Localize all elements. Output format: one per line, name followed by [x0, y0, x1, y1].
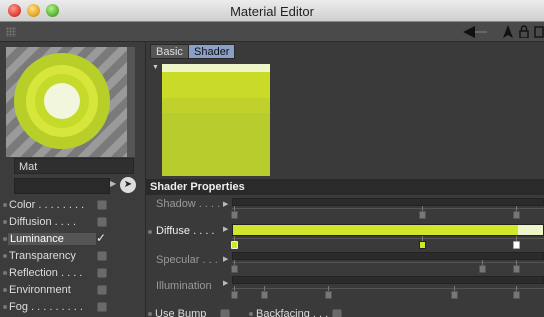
channel-label: Color . . . . . . . .	[9, 199, 85, 211]
channel-checkbox[interactable]	[97, 268, 107, 278]
pick-cursor-icon[interactable]: ➤	[120, 177, 136, 193]
gradient-knot[interactable]	[513, 291, 520, 299]
preview-sphere	[14, 53, 110, 149]
right-panel: Basic Shader ▼ Shader Properties Shadow …	[146, 42, 544, 317]
expand-arrow-icon[interactable]: ▶	[223, 200, 228, 208]
material-name-field[interactable]: Mat	[14, 158, 134, 174]
dot-icon	[148, 230, 152, 234]
channel-checkbox[interactable]	[97, 285, 107, 295]
illumination-gradient-track[interactable]	[232, 276, 544, 284]
channel-item-luminance[interactable]: Luminance ✓	[0, 231, 146, 248]
channel-label: Luminance	[8, 233, 96, 245]
gradient-knot[interactable]	[419, 241, 426, 249]
material-preview[interactable]	[6, 47, 127, 157]
tab-shader[interactable]: Shader	[188, 44, 236, 59]
channel-item-reflection[interactable]: Reflection . . . .	[0, 265, 146, 282]
expand-arrow-icon[interactable]: ▶	[223, 255, 228, 263]
channel-checkbox[interactable]	[97, 251, 107, 261]
selector-arrow-icon[interactable]: ▶	[110, 179, 118, 193]
gradient-knot[interactable]	[451, 291, 458, 299]
swatch-band	[162, 98, 270, 113]
window-title: Material Editor	[230, 4, 314, 19]
illumination-label: Illumination	[156, 280, 212, 292]
channel-label: Transparency	[9, 250, 76, 262]
channel-checkbox[interactable]	[97, 200, 107, 210]
expand-arrow-icon[interactable]: ▶	[223, 225, 228, 233]
gradient-knot[interactable]	[513, 265, 520, 273]
channel-checkbox[interactable]	[97, 302, 107, 312]
gradient-knot[interactable]	[325, 291, 332, 299]
shader-color-swatch[interactable]	[162, 64, 270, 176]
collapse-arrow-icon[interactable]: ▼	[152, 64, 159, 71]
dot-icon	[3, 305, 7, 309]
gradient-knot[interactable]	[231, 265, 238, 273]
tab-basic[interactable]: Basic	[150, 44, 189, 59]
channel-label: Environment	[9, 284, 71, 296]
channel-label: Fog . . . . . . . . .	[9, 301, 83, 313]
grip-icon[interactable]	[6, 27, 16, 37]
shadow-gradient-track[interactable]	[232, 198, 544, 206]
diffuse-knot-row	[231, 236, 544, 249]
dot-icon	[3, 220, 7, 224]
gradient-knot[interactable]	[231, 241, 238, 249]
channel-list: Color . . . . . . . . Diffusion . . . . …	[0, 197, 146, 316]
gradient-knot[interactable]	[513, 211, 520, 219]
diffuse-label: Diffuse . . . .	[156, 225, 215, 237]
channel-item-color[interactable]: Color . . . . . . . .	[0, 197, 146, 214]
dot-icon	[249, 312, 253, 316]
use-bump-label: Use Bump	[155, 308, 207, 317]
illumination-knot-row	[231, 286, 544, 299]
use-bump-checkbox[interactable]	[220, 309, 230, 317]
dot-icon	[3, 271, 7, 275]
backfacing-label: Backfacing . . . .	[256, 308, 335, 317]
channel-item-diffusion[interactable]: Diffusion . . . .	[0, 214, 146, 231]
swatch-band	[162, 113, 270, 176]
back-arrow-icon[interactable]	[463, 26, 487, 38]
swatch-band	[162, 64, 270, 72]
toolbar	[0, 22, 544, 42]
preview-scrollbar[interactable]	[127, 47, 135, 157]
options-row: Use Bump Backfacing . . . .	[146, 307, 544, 317]
gradient-knot[interactable]	[261, 291, 268, 299]
cursor-icon[interactable]	[503, 25, 513, 38]
left-panel: Mat ▶ ➤ Color . . . . . . . . Diffusion …	[0, 42, 146, 317]
specular-label: Specular . . .	[156, 254, 218, 266]
dot-icon	[3, 254, 7, 258]
specular-knot-row	[231, 260, 544, 273]
material-selector-field[interactable]	[14, 178, 110, 194]
expand-arrow-icon[interactable]: ▶	[223, 279, 228, 287]
specular-gradient-track[interactable]	[232, 252, 544, 260]
channel-item-transparency[interactable]: Transparency	[0, 248, 146, 265]
channel-item-fog[interactable]: Fog . . . . . . . . .	[0, 299, 146, 316]
copy-icon[interactable]	[534, 25, 544, 38]
dot-icon	[148, 312, 152, 316]
channel-checkbox[interactable]	[97, 217, 107, 227]
shadow-label: Shadow . . . .	[156, 198, 221, 210]
lock-icon[interactable]	[519, 25, 529, 38]
diffuse-gradient-track[interactable]	[232, 224, 544, 236]
channel-label: Diffusion . . . .	[9, 216, 77, 228]
gradient-knot[interactable]	[479, 265, 486, 273]
shadow-knot-row	[231, 206, 544, 219]
gradient-knot[interactable]	[231, 291, 238, 299]
title-bar: Material Editor	[0, 0, 544, 22]
backfacing-checkbox[interactable]	[332, 309, 342, 317]
gradient-knot[interactable]	[231, 211, 238, 219]
gradient-knot[interactable]	[513, 241, 520, 249]
channel-item-environment[interactable]: Environment	[0, 282, 146, 299]
dot-icon	[3, 237, 7, 241]
section-header[interactable]: Shader Properties	[146, 179, 544, 195]
checkmark-icon[interactable]: ✓	[96, 231, 106, 245]
dot-icon	[3, 203, 7, 207]
dot-icon	[3, 288, 7, 292]
gradient-knot[interactable]	[419, 211, 426, 219]
swatch-band	[162, 72, 270, 98]
channel-label: Reflection . . . .	[9, 267, 83, 279]
